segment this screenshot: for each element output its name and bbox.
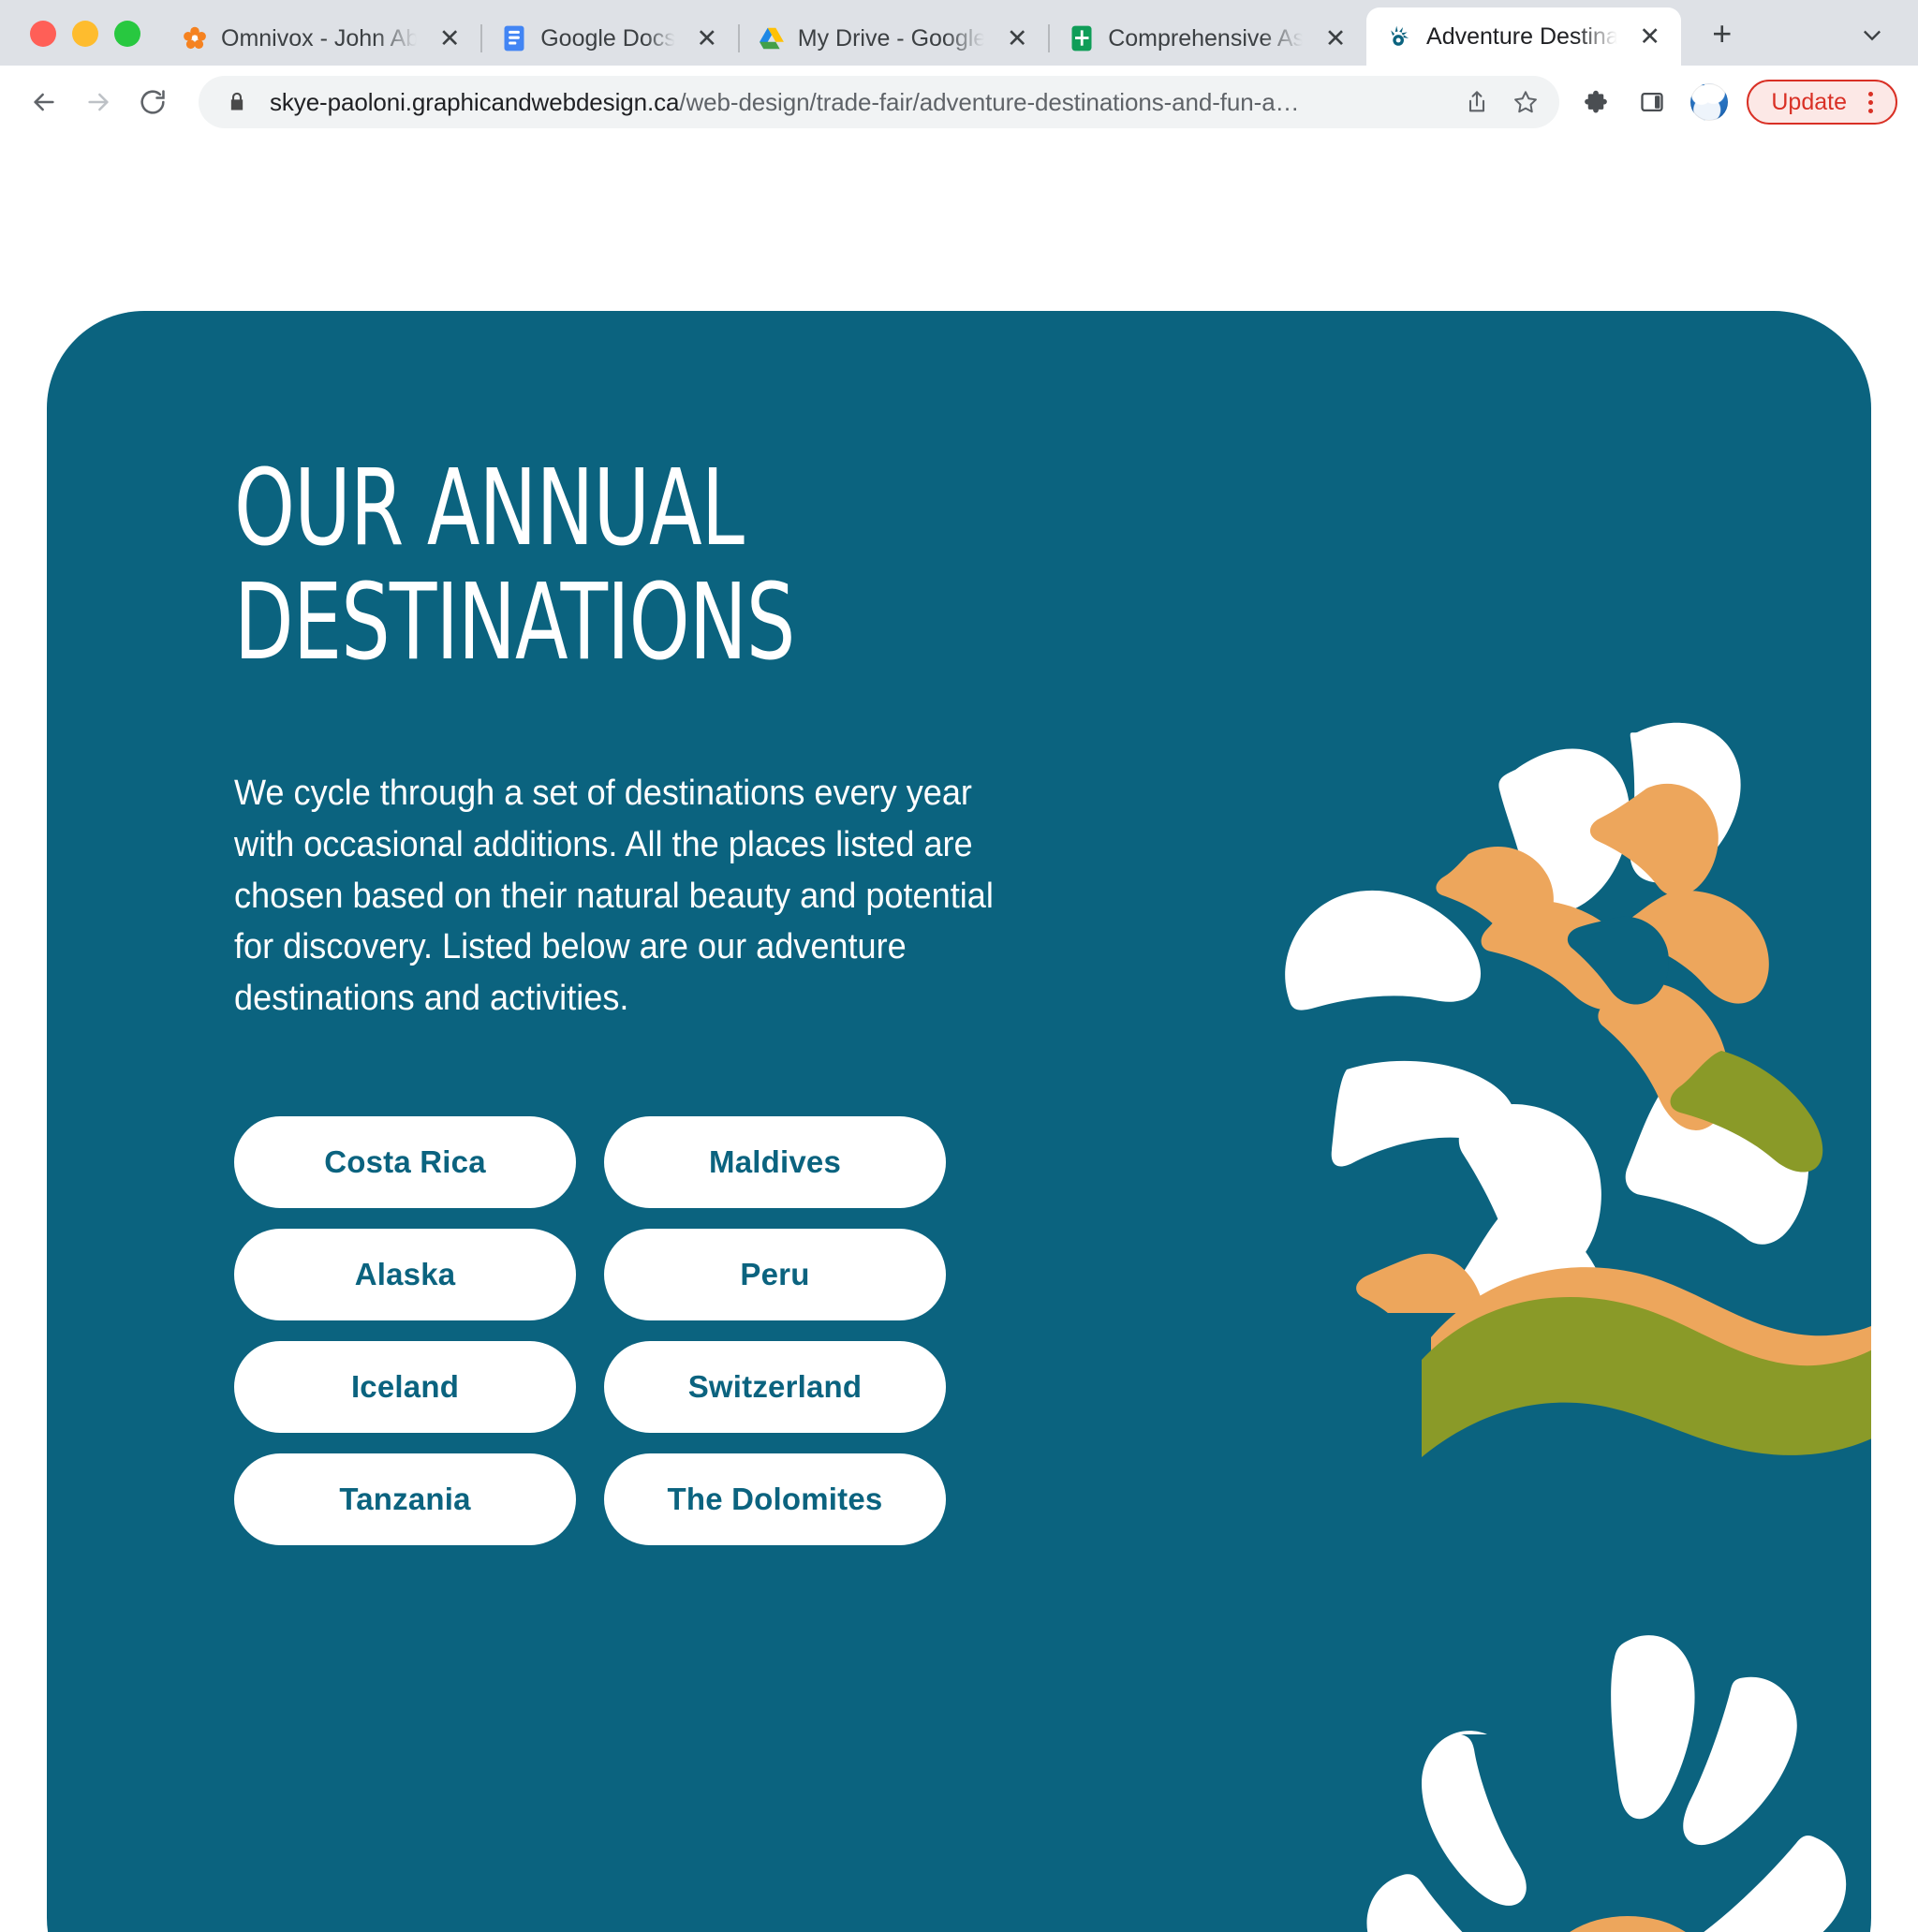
destination-button-tanzania[interactable]: Tanzania: [234, 1453, 576, 1545]
maximize-window-button[interactable]: [114, 21, 140, 47]
google-drive-icon: [759, 25, 785, 52]
tab-my-drive[interactable]: My Drive - Google ✕: [738, 11, 1051, 66]
destination-button-the-dolomites[interactable]: The Dolomites: [604, 1453, 946, 1545]
google-docs-icon: [501, 25, 527, 52]
kebab-menu-icon[interactable]: [1852, 84, 1888, 120]
tab-title: Adventure Destina: [1426, 22, 1619, 50]
google-sheets-icon: [1069, 25, 1095, 52]
puzzle-piece-icon[interactable]: [1572, 77, 1623, 127]
browser-toolbar: skye-paoloni.graphicandwebdesign.ca/web-…: [0, 66, 1918, 139]
profile-avatar-clouds[interactable]: [1690, 83, 1729, 121]
update-button[interactable]: Update: [1747, 80, 1897, 125]
arrow-right-icon[interactable]: [71, 75, 125, 129]
tab-list: Omnivox - John Ab ✕ Google Docs ✕ My Dri…: [161, 0, 1681, 66]
lock-icon: [225, 90, 249, 114]
browser-window: Omnivox - John Ab ✕ Google Docs ✕ My Dri…: [0, 0, 1918, 1932]
hero-section: OUR ANNUAL DESTINATIONS We cycle through…: [47, 311, 1871, 1932]
hero-content: OUR ANNUAL DESTINATIONS We cycle through…: [47, 311, 1871, 1932]
tab-adventure-destinations[interactable]: Adventure Destina ✕: [1366, 7, 1681, 66]
tab-strip: Omnivox - John Ab ✕ Google Docs ✕ My Dri…: [0, 0, 1918, 66]
hero-paragraph: We cycle through a set of destinations e…: [234, 774, 994, 1019]
window-controls: [19, 21, 161, 66]
destination-button-costa-rica[interactable]: Costa Rica: [234, 1115, 576, 1208]
url-host: skye-paoloni.graphicandwebdesign.ca: [270, 87, 680, 116]
tab-close-button[interactable]: ✕: [1632, 19, 1668, 54]
tab-omnivox[interactable]: Omnivox - John Ab ✕: [161, 11, 483, 66]
update-label: Update: [1771, 88, 1847, 115]
chevron-down-icon[interactable]: [1851, 13, 1894, 56]
tab-comprehensive-assessment[interactable]: Comprehensive As ✕: [1048, 11, 1366, 66]
page-title: OUR ANNUAL DESTINATIONS: [234, 448, 795, 685]
star-icon[interactable]: [1501, 78, 1550, 126]
tab-close-button[interactable]: ✕: [432, 21, 467, 56]
close-window-button[interactable]: [30, 21, 56, 47]
tab-title: My Drive - Google: [797, 24, 987, 52]
destination-list: Costa Rica Maldives Alaska Peru Iceland …: [234, 1115, 946, 1545]
page-viewport: OUR ANNUAL DESTINATIONS We cycle through…: [0, 139, 1918, 1932]
url-text: skye-paoloni.graphicandwebdesign.ca/web-…: [270, 88, 1453, 117]
minimize-window-button[interactable]: [72, 21, 98, 47]
reload-icon[interactable]: [125, 75, 180, 129]
destination-button-maldives[interactable]: Maldives: [604, 1115, 946, 1208]
share-upload-icon[interactable]: [1453, 78, 1501, 126]
tab-close-button[interactable]: ✕: [1318, 21, 1353, 56]
omnivox-flower-icon: [182, 25, 208, 52]
tab-close-button[interactable]: ✕: [689, 21, 725, 56]
tab-close-button[interactable]: ✕: [999, 21, 1035, 56]
tab-google-docs[interactable]: Google Docs ✕: [480, 11, 740, 66]
new-tab-button[interactable]: +: [1696, 7, 1748, 60]
arrow-left-icon[interactable]: [17, 75, 71, 129]
tab-title: Comprehensive As: [1108, 24, 1306, 52]
tab-title: Omnivox - John Ab: [221, 24, 420, 52]
url-path: /web-design/trade-fair/adventure-destina…: [679, 87, 1300, 116]
side-panel-icon[interactable]: [1627, 77, 1677, 127]
toolbar-actions: Update: [1572, 77, 1897, 127]
destination-button-iceland[interactable]: Iceland: [234, 1340, 576, 1433]
site-burst-icon: [1387, 23, 1413, 50]
address-bar[interactable]: skye-paoloni.graphicandwebdesign.ca/web-…: [199, 76, 1560, 128]
destination-button-peru[interactable]: Peru: [604, 1228, 946, 1320]
destination-button-switzerland[interactable]: Switzerland: [604, 1340, 946, 1433]
tab-title: Google Docs: [540, 24, 676, 52]
destination-button-alaska[interactable]: Alaska: [234, 1228, 576, 1320]
